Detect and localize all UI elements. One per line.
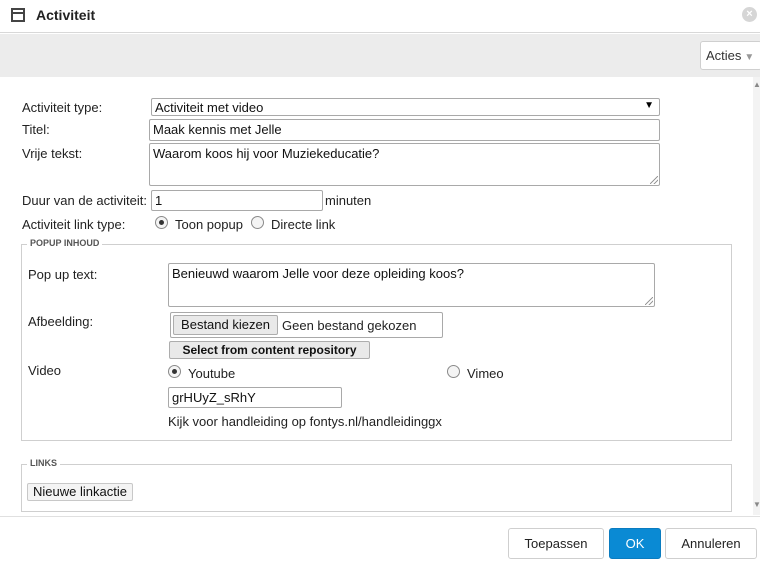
annuleren-button[interactable]: Annuleren xyxy=(665,528,757,559)
duur-label: Duur van de activiteit: xyxy=(22,193,148,208)
popup-text-textarea[interactable]: Benieuwd waarom Jelle voor deze opleidin… xyxy=(168,263,655,307)
titel-label: Titel: xyxy=(22,122,50,137)
radio-vimeo-label: Vimeo xyxy=(467,366,504,381)
chevron-down-icon: ▼ xyxy=(744,52,755,63)
acties-label: Acties xyxy=(706,48,742,63)
radio-directe-link[interactable] xyxy=(251,216,264,229)
titel-input[interactable]: Maak kennis met Jelle xyxy=(149,119,660,141)
file-input[interactable]: Bestand kiezen Geen bestand gekozen xyxy=(170,312,443,338)
duur-unit: minuten xyxy=(325,193,372,208)
resize-grip-icon[interactable] xyxy=(650,176,658,184)
radio-directe-link-label: Directe link xyxy=(271,217,336,232)
links-legend: LINKS xyxy=(27,458,60,468)
popup-text-label: Pop up text: xyxy=(28,267,98,282)
popup-text-value: Benieuwd waarom Jelle voor deze opleidin… xyxy=(172,266,464,281)
dialog-title: Activiteit xyxy=(36,7,96,23)
scroll-down-icon[interactable]: ▼ xyxy=(753,500,760,509)
type-label: Activiteit type: xyxy=(22,100,103,115)
content-repository-button[interactable]: Select from content repository xyxy=(169,341,370,359)
toolbar: Acties ▼ xyxy=(0,34,760,77)
toepassen-button[interactable]: Toepassen xyxy=(508,528,604,559)
duur-input[interactable]: 1 xyxy=(151,190,323,211)
close-icon[interactable]: × xyxy=(742,7,757,22)
type-select[interactable]: Activiteit met video ▼ xyxy=(151,98,660,116)
radio-vimeo[interactable] xyxy=(447,365,460,378)
vrije-tekst-textarea[interactable]: Waarom koos hij voor Muziekeducatie? xyxy=(149,143,660,186)
link-type-label: Activiteit link type: xyxy=(22,217,126,232)
scrollbar[interactable] xyxy=(753,77,760,515)
video-id-input[interactable]: grHUyZ_sRhY xyxy=(168,387,342,408)
radio-youtube[interactable] xyxy=(168,365,181,378)
acties-dropdown-button[interactable]: Acties ▼ xyxy=(700,41,760,70)
radio-youtube-label: Youtube xyxy=(188,366,236,381)
ok-button[interactable]: OK xyxy=(609,528,661,559)
video-label: Video xyxy=(28,363,62,378)
vrije-tekst-label: Vrije tekst: xyxy=(22,146,83,161)
resize-grip-icon[interactable] xyxy=(645,297,653,305)
radio-toon-popup[interactable] xyxy=(155,216,168,229)
type-select-value: Activiteit met video xyxy=(155,100,264,115)
popup-inhoud-legend: POPUP INHOUD xyxy=(27,238,103,248)
dropdown-arrow-icon: ▼ xyxy=(644,100,654,111)
nieuwe-linkactie-button[interactable]: Nieuwe linkactie xyxy=(27,483,133,501)
afbeelding-label: Afbeelding: xyxy=(28,314,94,329)
title-bar: Activiteit × xyxy=(0,0,760,33)
file-status: Geen bestand gekozen xyxy=(282,318,417,333)
video-help-text: Kijk voor handleiding op fontys.nl/handl… xyxy=(168,414,442,429)
bestand-kiezen-button[interactable]: Bestand kiezen xyxy=(173,315,278,335)
vrije-tekst-value: Waarom koos hij voor Muziekeducatie? xyxy=(153,146,380,161)
dialog-footer: Toepassen OK Annuleren xyxy=(0,516,760,565)
window-icon xyxy=(11,8,25,22)
radio-toon-popup-label: Toon popup xyxy=(175,217,243,232)
scroll-up-icon[interactable]: ▲ xyxy=(753,80,760,89)
